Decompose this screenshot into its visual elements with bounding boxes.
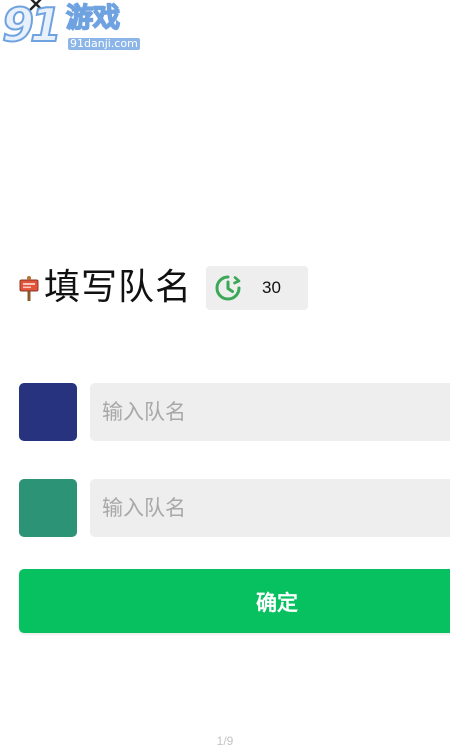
site-watermark-logo: 91 游戏 91danji.com [1,0,140,54]
timer-value: 30 [262,278,281,297]
team-name-screen: 91 游戏 91danji.com 填写队名 30 确定 [0,0,450,750]
team-color-swatch-2[interactable] [19,479,77,537]
countdown-timer: 30 [206,266,309,310]
team-row-1 [19,383,450,441]
confirm-button-label: 确定 [256,591,298,615]
title-row: 填写队名 30 [18,264,309,312]
team-color-swatch-1[interactable] [19,383,77,441]
watermark-brand: 游戏 [65,3,121,35]
team-name-input-1[interactable] [90,383,450,441]
page-indicator: 1/9 [216,734,234,748]
confirm-button[interactable]: 确定 [19,569,450,633]
signpost-icon [19,276,39,301]
team-row-2 [19,479,450,537]
watermark-url: 91danji.com [68,37,140,50]
watermark-digits: 91 [1,0,63,52]
countdown-clock-icon [215,275,241,301]
team-name-input-2[interactable] [90,479,450,537]
page-title: 填写队名 [44,267,193,308]
